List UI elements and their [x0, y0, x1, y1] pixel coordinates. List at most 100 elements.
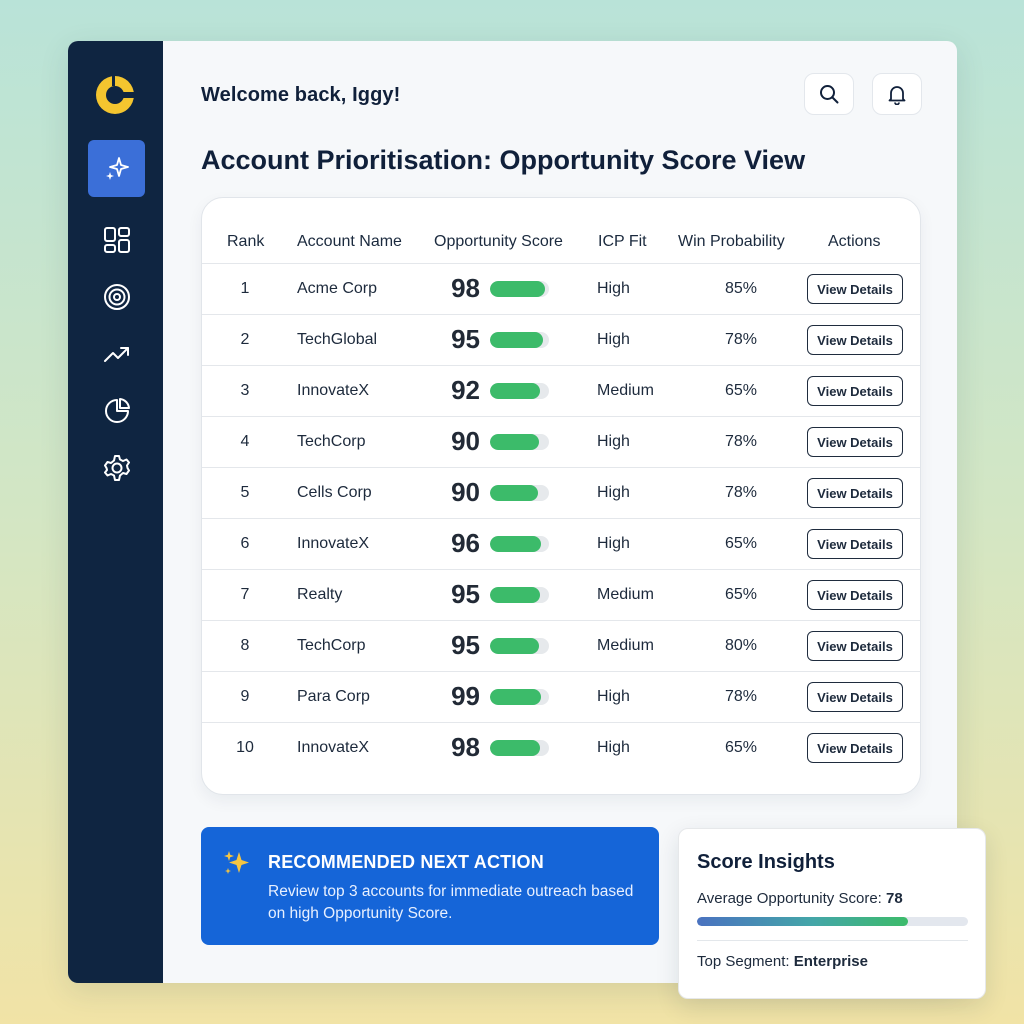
pie-chart-icon — [104, 397, 130, 423]
table-row: 8 TechCorp 95 Medium 80% View Details — [202, 621, 920, 672]
table-row: 3 InnovateX 92 Medium 65% View Details — [202, 366, 920, 417]
opportunity-score-bar — [490, 638, 549, 654]
top-segment: Top Segment: Enterprise — [697, 953, 868, 970]
opportunity-score-bar — [490, 434, 549, 450]
table-row: 7 Realty 95 Medium 65% View Details — [202, 570, 920, 621]
opportunity-score-value: 90 — [451, 426, 480, 456]
view-details-button[interactable]: View Details — [807, 274, 903, 304]
average-score-value: 78 — [886, 890, 903, 907]
view-details-button[interactable]: View Details — [807, 325, 903, 355]
view-details-button[interactable]: View Details — [807, 376, 903, 406]
nav-item-trends[interactable] — [88, 325, 145, 382]
win-probability-cell: 78% — [724, 433, 758, 450]
opportunity-score-value: 98 — [451, 732, 480, 762]
opportunity-score-value: 99 — [451, 681, 480, 711]
opportunity-score-value: 96 — [451, 528, 480, 558]
opportunity-score-bar-fill — [490, 434, 539, 450]
notifications-button[interactable] — [872, 73, 922, 115]
account-name-cell: Acme Corp — [297, 280, 378, 297]
opportunity-score-bar-fill — [490, 740, 541, 756]
view-details-button[interactable]: View Details — [807, 631, 903, 661]
average-score-label: Average Opportunity Score: — [697, 890, 886, 907]
trending-up-icon — [103, 346, 129, 362]
rank-cell: 2 — [240, 331, 250, 348]
column-header-win-probability: Win Probability — [678, 233, 785, 250]
win-probability-cell: 85% — [724, 280, 758, 297]
view-details-button[interactable]: View Details — [807, 733, 903, 763]
win-probability-cell: 65% — [724, 535, 758, 552]
divider — [697, 940, 968, 941]
nav-item-ai[interactable] — [88, 140, 145, 197]
sparkle-icon — [105, 156, 129, 180]
icp-fit-cell: High — [597, 688, 630, 705]
win-probability-cell: 78% — [724, 484, 758, 501]
average-score-bar-fill — [697, 917, 909, 926]
sidebar — [68, 41, 163, 983]
column-header-rank: Rank — [227, 233, 265, 250]
icp-fit-cell: High — [597, 331, 630, 348]
column-header-account-name: Account Name — [297, 233, 402, 250]
opportunity-score-value: 92 — [451, 375, 480, 405]
nav-item-reports[interactable] — [88, 382, 145, 439]
opportunity-score-bar — [490, 281, 549, 297]
icp-fit-cell: Medium — [597, 586, 654, 603]
win-probability-cell: 65% — [724, 382, 758, 399]
view-details-button[interactable]: View Details — [807, 682, 903, 712]
opportunity-table: Rank Account Name Opportunity Score ICP … — [201, 197, 921, 795]
opportunity-score-bar-fill — [490, 536, 542, 552]
view-details-button[interactable]: View Details — [807, 529, 903, 559]
opportunity-score-bar — [490, 536, 549, 552]
nav-item-dashboard[interactable] — [88, 211, 145, 268]
rank-cell: 7 — [240, 586, 250, 603]
opportunity-score-bar-fill — [490, 332, 543, 348]
rank-cell: 8 — [240, 637, 250, 654]
account-name-cell: InnovateX — [297, 535, 370, 552]
logo-icon — [96, 76, 135, 114]
opportunity-score-bar-fill — [490, 485, 539, 501]
table-row: 10 InnovateX 98 High 65% View Details — [202, 723, 920, 774]
opportunity-score-bar — [490, 587, 549, 603]
opportunity-score-bar-fill — [490, 587, 540, 603]
nav-item-settings[interactable] — [88, 439, 145, 496]
dashboard-grid-icon — [103, 226, 130, 253]
account-name-cell: Para Corp — [297, 688, 370, 705]
nav-item-targets[interactable] — [88, 268, 145, 325]
rank-cell: 1 — [240, 280, 250, 297]
column-header-opportunity-score: Opportunity Score — [434, 233, 563, 250]
account-name-cell: TechCorp — [297, 637, 366, 654]
opportunity-score-bar-fill — [490, 638, 540, 654]
opportunity-score-bar-fill — [490, 383, 541, 399]
icp-fit-cell: High — [597, 280, 630, 297]
view-details-button[interactable]: View Details — [807, 478, 903, 508]
search-button[interactable] — [804, 73, 854, 115]
average-score: Average Opportunity Score: 78 — [697, 890, 903, 907]
target-icon — [103, 283, 130, 310]
average-score-bar — [697, 917, 968, 926]
welcome-message: Welcome back, Iggy! — [201, 84, 401, 106]
top-segment-value: Enterprise — [793, 953, 868, 970]
win-probability-cell: 78% — [724, 331, 758, 348]
table-row: 1 Acme Corp 98 High 85% View Details — [202, 264, 920, 315]
view-details-button[interactable]: View Details — [807, 427, 903, 457]
table-row: 5 Cells Corp 90 High 78% View Details — [202, 468, 920, 519]
opportunity-score-value: 95 — [451, 630, 480, 660]
search-icon — [820, 85, 839, 104]
bell-icon — [888, 86, 906, 105]
view-details-button[interactable]: View Details — [807, 580, 903, 610]
icp-fit-cell: High — [597, 484, 630, 501]
account-name-cell: InnovateX — [297, 739, 370, 756]
icp-fit-cell: Medium — [597, 637, 654, 654]
rank-cell: 10 — [236, 739, 254, 756]
table-row: 4 TechCorp 90 High 78% View Details — [202, 417, 920, 468]
opportunity-score-value: 95 — [451, 579, 480, 609]
recommended-action-card: RECOMMENDED NEXT ACTION Review top 3 acc… — [201, 827, 659, 945]
opportunity-score-bar — [490, 740, 549, 756]
win-probability-cell: 78% — [724, 688, 758, 705]
sparkle-icon — [224, 851, 249, 874]
account-name-cell: InnovateX — [297, 382, 370, 399]
column-header-icp-fit: ICP Fit — [598, 233, 647, 250]
opportunity-score-bar-fill — [490, 689, 542, 705]
score-insights-card: Score Insights Average Opportunity Score… — [678, 828, 986, 999]
top-segment-label: Top Segment: — [697, 953, 794, 970]
win-probability-cell: 65% — [724, 739, 758, 756]
